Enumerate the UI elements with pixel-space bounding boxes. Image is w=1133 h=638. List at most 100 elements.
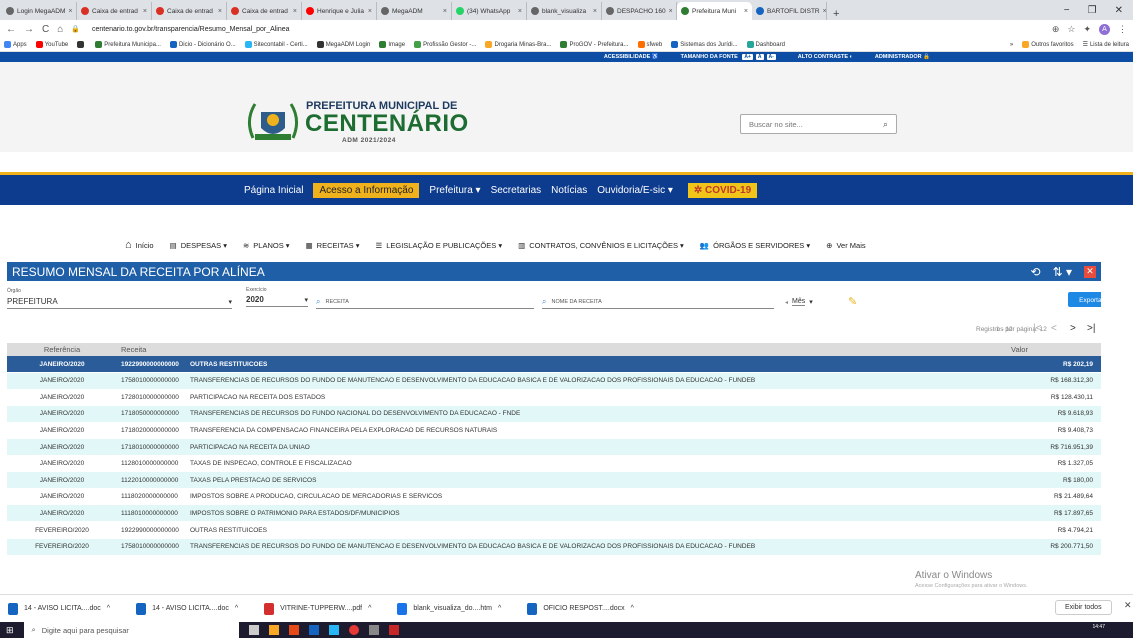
browser-tab[interactable]: MegaADM × [377, 2, 452, 20]
other-favorites[interactable]: Outros favoritos [1022, 41, 1074, 48]
column-valor[interactable]: Valor [991, 345, 1101, 354]
tab-close-icon[interactable]: × [443, 8, 447, 15]
download-item[interactable]: OFICIO RESPOST....docx ^ [527, 602, 634, 615]
table-row[interactable]: FEVEREIRO/2020 1922990000000000 OUTRAS RES… [7, 522, 1101, 538]
excel-icon[interactable]: ✕ [1084, 265, 1096, 278]
refresh-icon[interactable]: ⟲ [1031, 265, 1041, 279]
mes-select[interactable]: ◂ Mês ▾ [785, 295, 845, 309]
bookmark-item[interactable]: MegaADM Login [316, 41, 370, 48]
word-icon[interactable] [308, 625, 319, 635]
store-icon[interactable] [328, 625, 339, 635]
font-increase-button[interactable]: A+ [742, 54, 753, 60]
office-icon[interactable] [288, 625, 299, 635]
star-icon[interactable]: ☆ [1067, 24, 1075, 35]
show-all-downloads-button[interactable]: Exibir todos [1055, 600, 1112, 615]
table-row[interactable]: JANEIRO/2020 1118020000000000 IMPOSTOS SOB… [7, 488, 1101, 505]
bookmark-item[interactable]: Drogaria Minas-Bra... [485, 41, 551, 48]
nav-acesso-informacao[interactable]: Acesso a Informação [313, 182, 420, 198]
reading-list[interactable]: ☰ Lista de leitura [1083, 41, 1129, 49]
tab-close-icon[interactable]: × [368, 8, 372, 15]
file-explorer-icon[interactable] [268, 625, 279, 635]
prev-page-icon[interactable]: < [1051, 323, 1057, 334]
bookmark-item[interactable]: Sistemas dos Jurídi... [671, 41, 738, 48]
download-item[interactable]: 14 - AVISO LICITA....doc ^ [136, 602, 238, 615]
tab-close-icon[interactable]: × [68, 8, 72, 15]
subnav-planos[interactable]: ≋ PLANOS ▾ [243, 241, 290, 250]
chevron-up-icon[interactable]: ^ [498, 605, 501, 612]
bookmark-item[interactable]: Sitecontabil - Certi... [244, 41, 308, 48]
subnav-legislacao[interactable]: ☰ LEGISLAÇÃO E PUBLICAÇÕES ▾ [375, 241, 502, 250]
bookmark-item[interactable]: sfweb [637, 41, 662, 48]
search-icon[interactable]: ⌕ [883, 119, 888, 130]
next-page-icon[interactable]: > [1070, 323, 1076, 334]
system-clock[interactable]: 14:47 [1092, 624, 1105, 630]
nav-prefeitura[interactable]: Prefeitura ▾ [429, 185, 480, 196]
bookmark-item[interactable]: Profissão Gestor -... [414, 41, 476, 48]
browser-tab[interactable]: Caixa de entrad × [227, 2, 302, 20]
nome-receita-input[interactable]: ⌕ NOME DA RECEITA [542, 295, 774, 309]
download-item[interactable]: blank_visualiza_do....htm ^ [397, 602, 501, 615]
table-row[interactable]: JANEIRO/2020 1922990000000000 OUTRAS RESTI… [7, 356, 1101, 372]
chevron-up-icon[interactable]: ^ [631, 605, 634, 612]
close-icon[interactable]: ✕ [1124, 600, 1132, 611]
table-row[interactable]: JANEIRO/2020 1718020000000000 TRANSFERENCI… [7, 422, 1101, 439]
vertical-scrollbar[interactable] [1101, 262, 1133, 582]
bookmark-item[interactable]: Prefeitura Municipa... [95, 41, 161, 48]
last-page-icon[interactable]: >| [1087, 323, 1095, 334]
bookmarks-more[interactable]: » [1010, 42, 1013, 48]
forward-icon[interactable]: → [24, 24, 34, 35]
admin-link[interactable]: ADMINISTRADOR 🔒 [875, 54, 930, 60]
tab-close-icon[interactable]: × [218, 8, 222, 15]
taskbar-search-input[interactable]: ⌕ Digite aqui para pesquisar [23, 622, 239, 638]
column-receita[interactable]: Receita [117, 345, 991, 354]
subnav-inicio[interactable]: ⌂ Início [125, 239, 154, 251]
browser-tab[interactable]: Prefeitura Muni × [677, 2, 752, 20]
acrobat-icon[interactable] [388, 625, 399, 635]
settings-icon[interactable] [368, 625, 379, 635]
chevron-up-icon[interactable]: ^ [107, 605, 110, 612]
table-row[interactable]: JANEIRO/2020 1122010000000000 TAXAS PELA P… [7, 472, 1101, 489]
nav-covid[interactable]: ✲ COVID-19 [687, 182, 758, 198]
subnav-contratos[interactable]: ▥ CONTRATOS, CONVÊNIOS E LICITAÇÕES ▾ [518, 241, 684, 250]
tab-close-icon[interactable]: × [744, 8, 748, 15]
tab-close-icon[interactable]: × [593, 8, 597, 15]
browser-tab[interactable]: Caixa de entrad × [152, 2, 227, 20]
tab-close-icon[interactable]: × [143, 8, 147, 15]
table-row[interactable]: JANEIRO/2020 1728010000000000 PARTICIPACAO… [7, 389, 1101, 406]
browser-tab[interactable]: BARTOFIL DISTR × [752, 2, 827, 20]
bookmark-item[interactable]: ProGOV - Prefeitura... [560, 41, 629, 48]
contrast-link[interactable]: ALTO CONTRASTE ◐ [798, 54, 853, 60]
subnav-ver-mais[interactable]: ⊕ Ver Mais [826, 241, 865, 250]
subnav-despesas[interactable]: ▤ DESPESAS ▾ [170, 241, 227, 250]
bookmark-item[interactable] [77, 41, 86, 48]
columns-icon[interactable]: ⇅ ▾ [1053, 265, 1072, 279]
download-item[interactable]: 14 - AVISO LICITA....doc ^ [8, 602, 110, 615]
browser-tab[interactable]: DESPACHO 160 × [602, 2, 677, 20]
table-row[interactable]: FEVEREIRO/2020 1758010000000000 TRANSFEREN… [7, 538, 1101, 555]
nav-pagina-inicial[interactable]: Página Inicial [244, 185, 303, 196]
bookmark-item[interactable]: Image [379, 41, 405, 48]
table-row[interactable]: JANEIRO/2020 1718010000000000 PARTICIPACAO… [7, 439, 1101, 455]
chevron-up-icon[interactable]: ^ [235, 605, 238, 612]
subnav-receitas[interactable]: ▦ RECEITAS ▾ [306, 241, 360, 250]
table-row[interactable]: JANEIRO/2020 1118010000000000 IMPOSTOS SOB… [7, 505, 1101, 522]
minimize-icon[interactable]: − [1064, 5, 1070, 16]
maximize-icon[interactable]: ❐ [1088, 5, 1097, 16]
share-icon[interactable]: ⊕ [1052, 24, 1060, 35]
table-row[interactable]: JANEIRO/2020 1128010000000000 TAXAS DE INS… [7, 455, 1101, 472]
tab-close-icon[interactable]: × [669, 8, 673, 15]
close-window-icon[interactable]: ✕ [1115, 5, 1123, 16]
subnav-orgaos[interactable]: 👥 ÓRGÃOS E SERVIDORES ▾ [700, 241, 810, 250]
browser-tab[interactable]: Caixa de entrad × [77, 2, 152, 20]
nav-ouvidoria[interactable]: Ouvidoria/E-sic ▾ [597, 185, 673, 196]
chevron-up-icon[interactable]: ^ [368, 605, 371, 612]
table-row[interactable]: JANEIRO/2020 1758010000000000 TRANSFERENCI… [7, 372, 1101, 389]
bookmark-item[interactable]: Dashboard [746, 41, 785, 48]
exercicio-select[interactable]: 2020 ▾ [246, 293, 308, 307]
windows-start-icon[interactable]: ⊞ [6, 625, 14, 636]
browser-tab[interactable]: Henrique e Julia × [302, 2, 377, 20]
font-decrease-button[interactable]: A- [766, 54, 776, 60]
extensions-icon[interactable]: ✦ [1083, 24, 1091, 35]
new-tab-icon[interactable]: + [827, 8, 845, 20]
orgao-select[interactable]: PREFEITURA ▾ [7, 295, 232, 309]
